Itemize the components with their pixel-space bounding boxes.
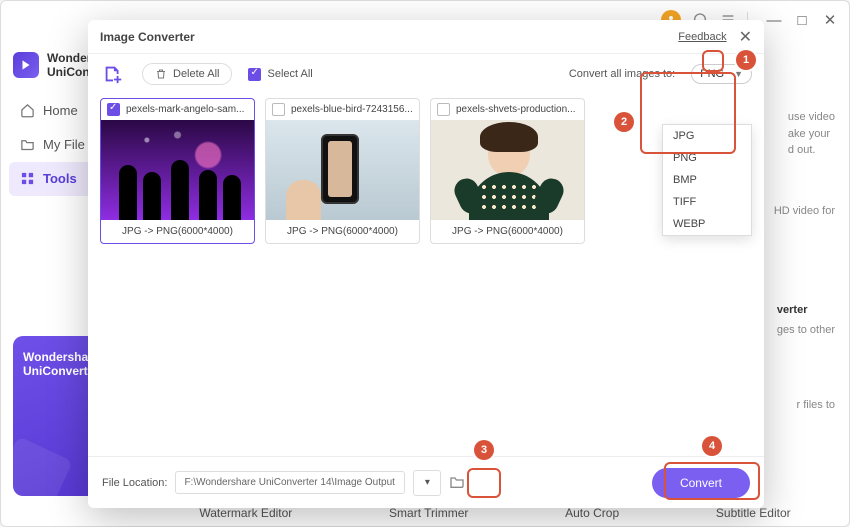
select-all-check-icon bbox=[248, 68, 261, 81]
annotation-badge-4: 4 bbox=[702, 436, 722, 456]
format-dropdown: JPG PNG BMP TIFF WEBP bbox=[662, 124, 752, 236]
bottom-tools-row: Watermark Editor Smart Trimmer Auto Crop… bbox=[151, 506, 839, 520]
file-location-path[interactable]: F:\Wondershare UniConverter 14\Image Out… bbox=[175, 471, 405, 494]
annotation-badge-3: 3 bbox=[474, 440, 494, 460]
annotation-badge-2: 2 bbox=[614, 112, 634, 132]
modal-title: Image Converter bbox=[100, 30, 195, 44]
format-selected-value: PNG bbox=[700, 68, 724, 80]
sidebar-item-label: Home bbox=[43, 103, 78, 118]
tools-icon bbox=[19, 171, 35, 187]
chevron-down-icon: ▼ bbox=[734, 69, 743, 79]
format-option[interactable]: JPG bbox=[663, 125, 751, 147]
delete-all-label: Delete All bbox=[173, 68, 219, 80]
sidebar-item-label: My File bbox=[43, 137, 85, 152]
open-folder-button[interactable] bbox=[449, 474, 467, 492]
modal-close-button[interactable]: ✕ bbox=[739, 27, 752, 47]
select-all-checkbox[interactable]: Select All bbox=[248, 68, 312, 81]
card-thumbnail bbox=[266, 120, 419, 220]
card-checkbox[interactable] bbox=[107, 103, 120, 116]
promo-shape bbox=[13, 436, 73, 496]
add-files-button[interactable] bbox=[100, 61, 126, 87]
tool-watermark[interactable]: Watermark Editor bbox=[199, 506, 292, 520]
image-card[interactable]: pexels-shvets-production... JPG -> PNG(6… bbox=[430, 98, 585, 244]
format-option[interactable]: BMP bbox=[663, 169, 751, 191]
file-location-dropdown[interactable]: ▾ bbox=[413, 470, 441, 496]
card-footer: JPG -> PNG(6000*4000) bbox=[266, 220, 419, 243]
bg-card-text-3: verterges to other bbox=[777, 301, 835, 341]
home-icon bbox=[19, 103, 35, 119]
brand-logo bbox=[13, 52, 39, 78]
card-checkbox[interactable] bbox=[437, 103, 450, 116]
image-card[interactable]: pexels-blue-bird-7243156... JPG -> PNG(6… bbox=[265, 98, 420, 244]
card-thumbnail bbox=[431, 120, 584, 220]
file-location-label: File Location: bbox=[102, 477, 167, 489]
image-card[interactable]: pexels-mark-angelo-sam... JPG -> PNG(600… bbox=[100, 98, 255, 244]
bg-card-text-1: use videoake yourd out. bbox=[788, 109, 835, 159]
card-filename: pexels-shvets-production... bbox=[456, 104, 578, 115]
bg-card-text-2: HD video for bbox=[774, 205, 835, 217]
delete-all-button[interactable]: Delete All bbox=[142, 63, 232, 85]
maximize-button[interactable]: □ bbox=[793, 12, 811, 29]
chevron-down-icon: ▾ bbox=[425, 477, 430, 488]
convert-to-label: Convert all images to: bbox=[569, 68, 675, 80]
feedback-link[interactable]: Feedback bbox=[678, 31, 726, 43]
card-filename: pexels-blue-bird-7243156... bbox=[291, 104, 413, 115]
card-footer: JPG -> PNG(6000*4000) bbox=[431, 220, 584, 243]
close-button[interactable]: ✕ bbox=[821, 11, 839, 29]
format-option[interactable]: PNG bbox=[663, 147, 751, 169]
image-gallery: pexels-mark-angelo-sam... JPG -> PNG(600… bbox=[88, 94, 764, 456]
bg-card-text-4: r files to bbox=[796, 399, 835, 411]
card-thumbnail bbox=[101, 120, 254, 220]
tool-autocrop[interactable]: Auto Crop bbox=[565, 506, 619, 520]
card-checkbox[interactable] bbox=[272, 103, 285, 116]
select-all-label: Select All bbox=[267, 68, 312, 80]
image-converter-modal: Image Converter Feedback ✕ Delete All Se… bbox=[88, 20, 764, 508]
tool-trimmer[interactable]: Smart Trimmer bbox=[389, 506, 468, 520]
card-footer: JPG -> PNG(6000*4000) bbox=[101, 220, 254, 243]
modal-toolbar: Delete All Select All Convert all images… bbox=[88, 54, 764, 94]
format-option[interactable]: TIFF bbox=[663, 191, 751, 213]
minimize-button[interactable]: — bbox=[765, 12, 783, 29]
tool-subtitle[interactable]: Subtitle Editor bbox=[716, 506, 791, 520]
modal-footer: File Location: F:\Wondershare UniConvert… bbox=[88, 456, 764, 508]
modal-header: Image Converter Feedback ✕ bbox=[88, 20, 764, 54]
folder-icon bbox=[19, 137, 35, 153]
annotation-badge-1: 1 bbox=[736, 50, 756, 70]
card-filename: pexels-mark-angelo-sam... bbox=[126, 104, 248, 115]
sidebar-item-label: Tools bbox=[43, 171, 77, 186]
format-option[interactable]: WEBP bbox=[663, 213, 751, 235]
convert-button[interactable]: Convert bbox=[652, 468, 750, 498]
